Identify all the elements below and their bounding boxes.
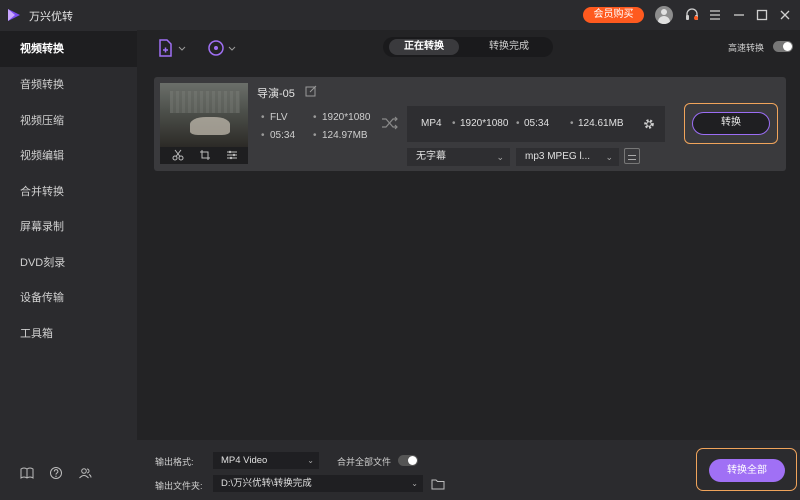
sidebar-item-audio-convert[interactable]: 音频转换 (0, 67, 137, 103)
output-resolution: 1920*1080 (452, 118, 508, 129)
video-thumbnail[interactable] (160, 83, 248, 164)
output-size: 124.61MB (570, 118, 624, 129)
audio-value: mp3 MPEG l... (525, 151, 591, 162)
subtitle-value: 无字幕 (416, 151, 446, 162)
sidebar-item-toolbox[interactable]: 工具箱 (0, 316, 137, 352)
avatar[interactable] (655, 6, 673, 24)
app-title: 万兴优转 (29, 11, 73, 23)
help-icon[interactable] (49, 466, 63, 480)
close-icon[interactable] (776, 6, 794, 24)
headset-icon[interactable] (683, 6, 701, 24)
chevron-down-icon: ⌄ (496, 152, 504, 162)
toolbar: 正在转换 转换完成 高速转换 (137, 30, 800, 66)
chevron-down-icon: ⌄ (307, 456, 314, 465)
merge-label: 合并全部文件 (337, 457, 392, 467)
subtitle-edit-icon[interactable] (624, 148, 640, 164)
vip-purchase-button[interactable]: 会员购买 (583, 7, 644, 23)
source-duration: 05:34 (261, 130, 295, 141)
thumbnail-image (160, 83, 248, 147)
main-panel: 正在转换 转换完成 高速转换 导演-05 FLV (137, 30, 800, 500)
output-settings[interactable]: MP4 1920*1080 05:34 124.61MB (407, 106, 665, 142)
sidebar: 视频转换 音频转换 视频压缩 视频编辑 合并转换 屏幕录制 DVD刻录 设备传输… (0, 30, 137, 500)
sidebar-item-video-convert[interactable]: 视频转换 (0, 31, 137, 67)
file-name: 导演-05 (257, 88, 295, 100)
crop-icon[interactable] (199, 149, 211, 164)
sidebar-item-screen-record[interactable]: 屏幕录制 (0, 209, 137, 245)
output-folder-select[interactable]: D:\万兴优转\转换完成 ⌄ (213, 475, 423, 492)
output-folder-value: D:\万兴优转\转换完成 (221, 478, 312, 489)
tab-converted[interactable]: 转换完成 (474, 39, 544, 55)
sidebar-item-dvd-burn[interactable]: DVD刻录 (0, 245, 137, 281)
output-format-value: MP4 Video (221, 455, 268, 466)
effects-icon[interactable] (226, 149, 238, 164)
output-format: MP4 (421, 118, 442, 129)
maximize-icon[interactable] (753, 6, 771, 24)
thumbnail-tools (160, 147, 248, 164)
high-speed-toggle[interactable] (773, 41, 793, 52)
sidebar-item-merge[interactable]: 合并转换 (0, 174, 137, 210)
audio-select[interactable]: mp3 MPEG l... ⌄ (516, 148, 619, 166)
output-format-label: 输出格式: (155, 457, 194, 467)
title-bar: 万兴优转 会员购买 (0, 0, 800, 30)
sidebar-item-video-compress[interactable]: 视频压缩 (0, 103, 137, 139)
file-card: 导演-05 FLV 1920*1080 05:34 124.97MB MP4 1… (154, 77, 786, 171)
book-icon[interactable] (20, 466, 34, 480)
convert-all-button[interactable]: 转换全部 (709, 459, 785, 482)
scissors-icon[interactable] (172, 149, 184, 164)
app-logo-icon (6, 7, 22, 23)
add-disc-button[interactable] (207, 38, 239, 58)
output-folder-label: 输出文件夹: (155, 481, 203, 491)
high-speed-label: 高速转换 (728, 43, 765, 53)
source-resolution: 1920*1080 (313, 112, 370, 123)
chevron-down-icon: ⌄ (605, 152, 613, 162)
folder-icon[interactable] (431, 478, 445, 490)
convert-all-highlight: 转换全部 (696, 448, 797, 491)
output-format-select[interactable]: MP4 Video ⌄ (213, 452, 319, 469)
source-format: FLV (261, 112, 287, 123)
status-tabs: 正在转换 转换完成 (383, 37, 553, 57)
output-duration: 05:34 (516, 118, 549, 129)
tab-converting[interactable]: 正在转换 (389, 39, 459, 55)
chevron-down-icon: ⌄ (411, 479, 418, 488)
convert-button[interactable]: 转换 (692, 112, 770, 135)
merge-toggle[interactable] (398, 455, 418, 466)
add-file-button[interactable] (157, 38, 189, 58)
users-icon[interactable] (78, 466, 92, 480)
minimize-icon[interactable] (730, 6, 748, 24)
subtitle-select[interactable]: 无字幕 ⌄ (407, 148, 510, 166)
shuffle-icon (381, 115, 399, 131)
sidebar-item-device-transfer[interactable]: 设备传输 (0, 280, 137, 316)
sidebar-item-video-edit[interactable]: 视频编辑 (0, 138, 137, 174)
convert-highlight: 转换 (684, 103, 778, 144)
gear-icon[interactable] (642, 117, 656, 131)
source-size: 124.97MB (313, 130, 368, 141)
bottom-bar: 输出格式: MP4 Video ⌄ 合并全部文件 输出文件夹: D:\万兴优转\… (137, 440, 800, 500)
menu-icon[interactable] (706, 6, 724, 24)
rename-icon[interactable] (305, 85, 317, 97)
